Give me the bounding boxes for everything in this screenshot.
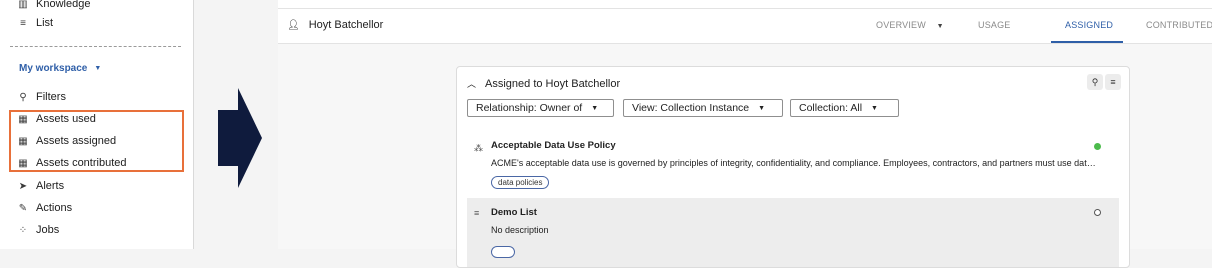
filter-icon: ⚲	[19, 91, 27, 103]
sidebar-item-list[interactable]: ≡ List	[16, 13, 53, 33]
page-title: 👤︎ Hoyt Batchellor	[287, 19, 383, 31]
list-icon: ≡	[20, 17, 26, 29]
grid-icon: ⁘	[18, 224, 28, 236]
main-panel: 👤︎ Hoyt Batchellor OVERVIEW ▼ USAGE ASSI…	[278, 0, 1212, 268]
list-icon: ≡	[474, 208, 480, 218]
sidebar-item-label: List	[36, 17, 54, 29]
workspace-label: My workspace	[19, 63, 88, 74]
arrow-right-icon: ➤	[18, 180, 28, 192]
user-name: Hoyt Batchellor	[308, 19, 384, 31]
tab-label: CONTRIBUTED	[1146, 20, 1212, 30]
search-icon[interactable]: ⚲	[1087, 74, 1103, 90]
sidebar-item-actions[interactable]: ✎ Actions	[16, 198, 72, 218]
profile-header: 👤︎ Hoyt Batchellor OVERVIEW ▼ USAGE ASSI…	[278, 9, 1212, 44]
filter-label: Relationship: Owner of	[476, 102, 583, 114]
list-item[interactable]: ≡ Demo List No description	[467, 198, 1119, 267]
tab-usage[interactable]: USAGE	[978, 20, 1011, 30]
chevron-down-icon: ▼	[871, 104, 878, 112]
menu-icon[interactable]: ≡	[1105, 74, 1121, 90]
asset-description: ACME's acceptable data use is governed b…	[491, 158, 1096, 168]
asset-description: No description	[491, 225, 549, 235]
relationship-filter[interactable]: Relationship: Owner of ▼	[467, 99, 614, 117]
workspace-selector[interactable]: My workspace ▼	[19, 63, 101, 74]
tab-assigned[interactable]: ASSIGNED	[1065, 20, 1113, 30]
tag-badge[interactable]: data policies	[491, 176, 550, 189]
arrow-right-icon	[218, 88, 262, 188]
card-toolbar: ⚲ ≡	[1087, 74, 1121, 90]
card-title: Assigned to Hoyt Batchellor	[485, 77, 621, 90]
sidebar-item-label: Filters	[36, 91, 66, 103]
tab-contributed[interactable]: CONTRIBUTED	[1146, 20, 1212, 30]
chevron-down-icon: ▼	[591, 104, 599, 112]
policy-icon: ⁂	[474, 143, 483, 153]
tab-label: ASSIGNED	[1065, 20, 1114, 30]
collection-filter[interactable]: Collection: All ▼	[790, 99, 899, 117]
pencil-icon: ✎	[18, 202, 28, 214]
content-area: ︿ Assigned to Hoyt Batchellor ⚲ ≡ Relati…	[278, 44, 1212, 268]
sidebar-item-label: Jobs	[36, 224, 60, 236]
chevron-down-icon: ▼	[94, 65, 102, 72]
chevron-down-icon: ▼	[758, 104, 766, 112]
active-tab-indicator	[1051, 41, 1123, 43]
filter-label: Collection: All	[799, 102, 863, 114]
tab-overview[interactable]: OVERVIEW ▼	[876, 20, 944, 30]
chevron-down-icon: ▼	[936, 23, 944, 30]
status-indicator	[1094, 143, 1101, 150]
assigned-card: ︿ Assigned to Hoyt Batchellor ⚲ ≡ Relati…	[456, 66, 1130, 268]
book-icon: ▥	[18, 0, 28, 10]
asset-name[interactable]: Demo List	[491, 207, 537, 218]
tab-label: OVERVIEW	[876, 20, 926, 30]
card-header[interactable]: ︿ Assigned to Hoyt Batchellor	[467, 77, 620, 90]
sidebar-item-label: Actions	[36, 202, 73, 214]
tab-label: USAGE	[978, 20, 1011, 30]
highlight-box	[9, 110, 184, 172]
sidebar-item-label: Knowledge	[36, 0, 91, 10]
user-icon: 👤︎	[287, 19, 300, 31]
view-filter[interactable]: View: Collection Instance ▼	[623, 99, 783, 117]
filter-label: View: Collection Instance	[632, 102, 750, 114]
asset-name[interactable]: Acceptable Data Use Policy	[491, 140, 616, 151]
tag-badge[interactable]	[491, 246, 515, 258]
status-indicator	[1094, 209, 1101, 216]
sidebar-item-knowledge[interactable]: ▥ Knowledge	[16, 0, 90, 14]
sidebar-item-label: Alerts	[36, 180, 65, 192]
sidebar: ▥ Knowledge ≡ List My workspace ▼ ⚲ Filt…	[0, 0, 194, 249]
sidebar-divider	[10, 46, 181, 47]
sidebar-item-filters[interactable]: ⚲ Filters	[16, 87, 66, 107]
chevron-up-icon: ︿	[467, 79, 477, 89]
sidebar-item-jobs[interactable]: ⁘ Jobs	[16, 220, 59, 240]
sidebar-item-alerts[interactable]: ➤ Alerts	[16, 176, 64, 196]
list-item[interactable]: ⁂ Acceptable Data Use Policy ACME's acce…	[467, 131, 1119, 195]
